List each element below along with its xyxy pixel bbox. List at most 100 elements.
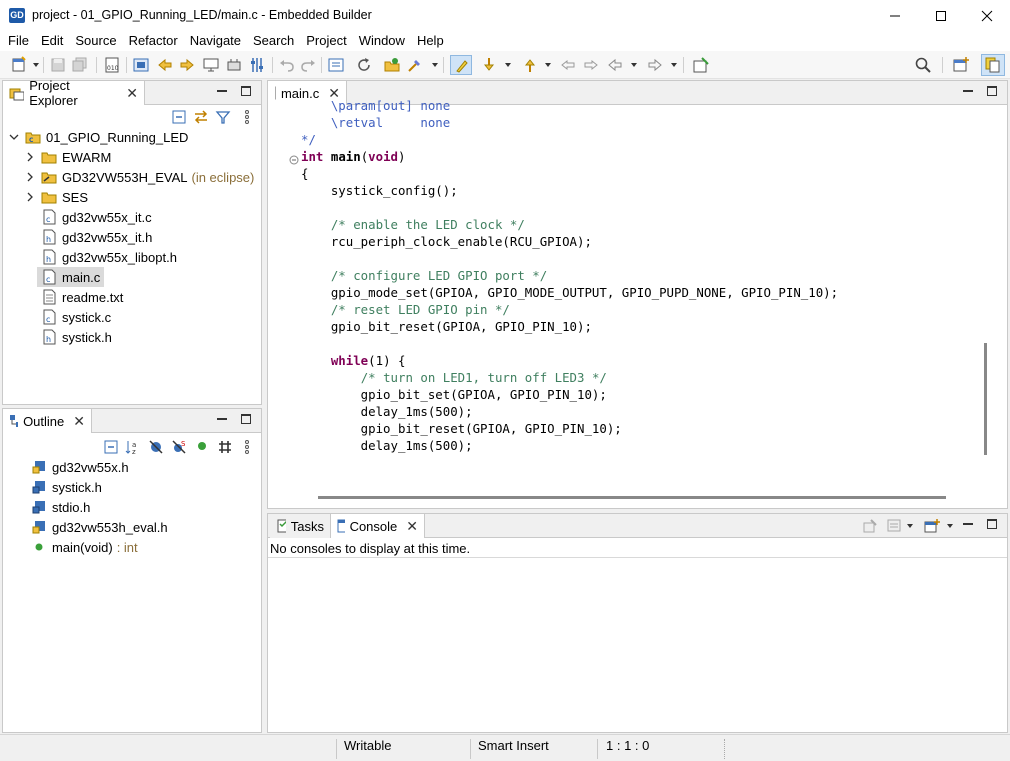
new-icon[interactable] xyxy=(10,56,28,74)
device-icon[interactable] xyxy=(225,56,243,74)
chevron-right-icon[interactable] xyxy=(25,192,35,202)
next-edit-icon[interactable] xyxy=(480,56,498,74)
tree-item-folder[interactable]: SES xyxy=(25,187,88,207)
hide-macros-icon[interactable] xyxy=(217,439,233,455)
maximize-view-button[interactable] xyxy=(239,412,253,426)
hide-nonpublic-icon[interactable] xyxy=(196,440,208,452)
forward-icon[interactable] xyxy=(646,56,664,74)
close-icon[interactable]: ✕ xyxy=(406,518,418,535)
back-icon[interactable] xyxy=(606,56,624,74)
save-all-icon[interactable] xyxy=(71,56,89,74)
tree-item-file-selected[interactable]: c main.c xyxy=(37,267,105,287)
maximize-view-button[interactable] xyxy=(985,517,999,531)
next-annotation-icon[interactable] xyxy=(178,56,196,74)
filter-icon[interactable] xyxy=(215,109,231,125)
minimize-view-button[interactable] xyxy=(961,517,975,531)
project-explorer-tabstrip: Project Explorer ✕ xyxy=(2,78,261,108)
prev-edit-icon[interactable] xyxy=(521,56,539,74)
refresh-icon[interactable] xyxy=(355,56,373,74)
chevron-down-icon[interactable] xyxy=(9,132,19,142)
tab-tasks[interactable]: Tasks xyxy=(270,514,330,538)
outline-item-label: gd32vw55x.h xyxy=(52,459,129,475)
outline-item-include[interactable]: systick.h xyxy=(31,477,102,497)
prev-annotation-icon[interactable] xyxy=(156,56,174,74)
pin-editor-icon[interactable] xyxy=(692,56,710,74)
tab-project-explorer[interactable]: Project Explorer ✕ xyxy=(2,78,145,108)
minimize-view-button[interactable] xyxy=(961,84,975,98)
pin-console-icon[interactable] xyxy=(862,518,878,534)
maximize-button[interactable] xyxy=(918,0,964,31)
menu-navigate[interactable]: Navigate xyxy=(184,31,247,51)
minimize-view-button[interactable] xyxy=(215,84,229,98)
tree-item-folder[interactable]: EWARM xyxy=(25,147,111,167)
tree-item-file[interactable]: c gd32vw55x_it.c xyxy=(41,207,152,227)
outline-item-include[interactable]: gd32vw553h_eval.h xyxy=(31,517,168,537)
open-perspective-icon[interactable] xyxy=(952,56,970,74)
tree-item-file[interactable]: h gd32vw55x_libopt.h xyxy=(41,247,177,267)
include-icon xyxy=(32,501,45,514)
menu-file[interactable]: File xyxy=(0,31,35,51)
tree-item-file[interactable]: c systick.c xyxy=(41,307,111,327)
close-icon[interactable]: ✕ xyxy=(73,413,85,430)
tree-item-file[interactable]: readme.txt xyxy=(41,287,123,307)
link-with-editor-icon[interactable] xyxy=(193,109,209,125)
outline-icon xyxy=(10,415,19,427)
tab-console[interactable]: Console ✕ xyxy=(330,514,425,538)
close-icon[interactable]: ✕ xyxy=(126,85,138,102)
horizontal-scrollbar[interactable] xyxy=(318,496,946,499)
view-menu-icon[interactable] xyxy=(243,109,251,125)
back-history-icon[interactable] xyxy=(559,56,577,74)
chevron-right-icon[interactable] xyxy=(25,152,35,162)
search-icon[interactable] xyxy=(914,56,932,74)
chevron-right-icon[interactable] xyxy=(25,172,35,182)
tree-item-file[interactable]: h gd32vw55x_it.h xyxy=(41,227,152,247)
highlight-toggle-icon[interactable] xyxy=(450,55,472,75)
settings-sliders-icon[interactable] xyxy=(248,56,266,74)
save-icon[interactable] xyxy=(49,56,67,74)
tree-item-project[interactable]: C 01_GPIO_Running_LED xyxy=(9,127,188,147)
open-type-icon[interactable] xyxy=(383,56,401,74)
maximize-view-button[interactable] xyxy=(239,84,253,98)
menu-project[interactable]: Project xyxy=(300,31,352,51)
monitor-icon[interactable] xyxy=(202,56,220,74)
sort-icon[interactable]: az xyxy=(125,439,141,456)
console-view-icon[interactable] xyxy=(327,56,345,74)
debug-config-icon[interactable] xyxy=(132,56,150,74)
c-perspective-icon[interactable] xyxy=(981,54,1005,76)
minimize-view-button[interactable] xyxy=(215,412,229,426)
menu-window[interactable]: Window xyxy=(353,31,411,51)
vertical-scrollbar[interactable] xyxy=(984,343,987,455)
undo-icon[interactable] xyxy=(278,56,296,74)
forward-history-icon[interactable] xyxy=(582,56,600,74)
hide-fields-icon[interactable] xyxy=(148,439,164,455)
collapse-all-icon[interactable] xyxy=(103,439,119,455)
tree-item-folder[interactable]: GD32VW553H_EVAL (in eclipse) xyxy=(25,167,254,187)
menu-help[interactable]: Help xyxy=(411,31,450,51)
collapse-all-icon[interactable] xyxy=(171,109,187,125)
project-icon: C xyxy=(25,132,41,144)
display-console-icon[interactable] xyxy=(886,518,902,534)
outline-item-include[interactable]: stdio.h xyxy=(31,497,90,517)
maximize-view-button[interactable] xyxy=(985,84,999,98)
build-icon[interactable]: 010 xyxy=(103,56,121,74)
redo-icon[interactable] xyxy=(299,56,317,74)
linked-folder-icon xyxy=(41,172,57,184)
search-tool-icon[interactable] xyxy=(406,56,424,74)
menu-source[interactable]: Source xyxy=(69,31,122,51)
minimize-button[interactable] xyxy=(872,0,918,31)
hide-static-icon[interactable]: S xyxy=(171,439,187,455)
outline-item-include[interactable]: gd32vw55x.h xyxy=(31,457,129,477)
view-menu-icon[interactable] xyxy=(243,439,251,455)
menu-refactor[interactable]: Refactor xyxy=(123,31,184,51)
tab-outline[interactable]: Outline ✕ xyxy=(2,409,92,433)
close-button[interactable] xyxy=(964,0,1010,31)
tree-item-file[interactable]: h systick.h xyxy=(41,327,112,347)
fold-collapse-icon[interactable] xyxy=(289,153,299,165)
svg-text:h: h xyxy=(46,335,51,344)
code-editor[interactable]: \param[out] none \retval none */ int mai… xyxy=(301,97,838,454)
open-console-icon[interactable] xyxy=(924,518,940,534)
menu-edit[interactable]: Edit xyxy=(35,31,69,51)
outline-item-label: systick.h xyxy=(52,479,102,495)
outline-item-function[interactable]: main(void) : int xyxy=(31,537,138,557)
menu-search[interactable]: Search xyxy=(247,31,300,51)
